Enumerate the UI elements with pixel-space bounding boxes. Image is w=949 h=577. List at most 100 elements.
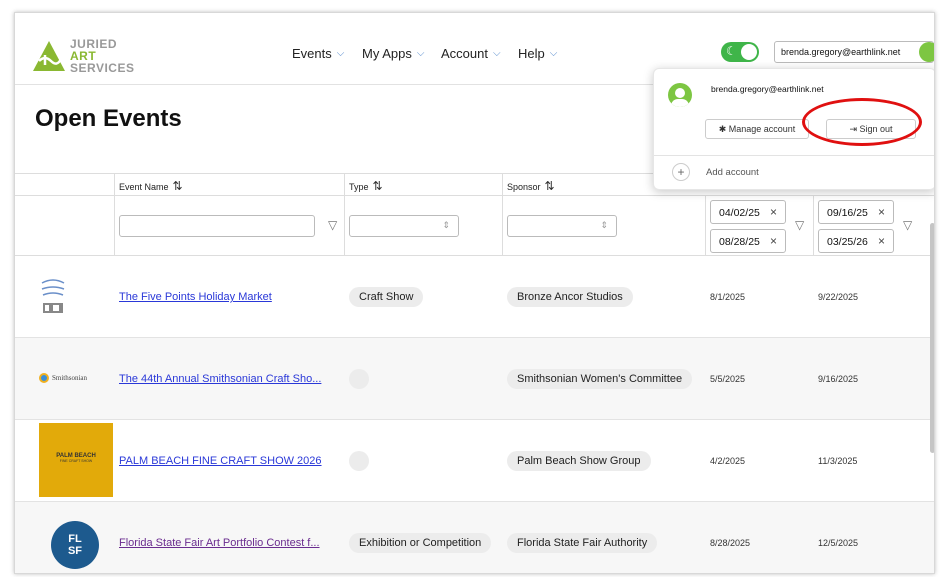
filter-funnel-icon[interactable]: ▽ (328, 218, 337, 232)
event-link[interactable]: The 44th Annual Smithsonian Craft Sho... (119, 373, 321, 385)
avatar-head (675, 88, 685, 98)
select-arrows-icon: ⇕ (442, 220, 450, 230)
column-divider (344, 173, 345, 256)
event-thumbnail[interactable] (39, 275, 67, 319)
thumbnail-label: FL (68, 533, 82, 545)
avatar-icon (668, 83, 692, 107)
event-name-filter-input[interactable] (119, 215, 315, 237)
sort-icon: ⇅ (372, 179, 383, 193)
chevron-down-icon: ⌵ (492, 48, 501, 59)
event-date-from[interactable]: 09/16/25 × (818, 200, 894, 224)
thumbnail-label: Smithsonian (52, 374, 88, 382)
plus-icon[interactable]: + (672, 163, 690, 181)
event-link[interactable]: The Five Points Holiday Market (119, 291, 272, 303)
table-row: FL SF Florida State Fair Art Portfolio C… (15, 502, 934, 573)
thumbnail-label: SF (67, 545, 83, 557)
table-filter-row: ▽ ⇕ ⇕ 04/02/25 × 08/28/25 × ▽ 09/16/25 × 03… (15, 196, 934, 256)
sponsor-badge: Palm Beach Show Group (507, 451, 651, 471)
event-date-to[interactable]: 03/25/26 × (818, 229, 894, 253)
deadline-cell: 5/5/2025 (710, 374, 746, 384)
event-thumbnail[interactable]: PALM BEACH FINE CRAFT SHOW (39, 423, 113, 497)
event-link[interactable]: Florida State Fair Art Portfolio Contest… (119, 537, 320, 549)
nav-help-label: Help (518, 46, 545, 61)
select-arrows-icon: ⇕ (600, 220, 608, 230)
date-value: 08/28/25 (719, 236, 760, 248)
sponsor-badge: Smithsonian Women's Committee (507, 369, 693, 389)
sponsor-filter-select[interactable]: ⇕ (507, 215, 617, 237)
moon-icon: ☾ (726, 44, 737, 58)
account-chip-email: brenda.gregory@earthlink.net (781, 47, 901, 57)
thumbnail-sublabel: FINE CRAFT SHOW (59, 459, 93, 463)
avatar-icon (919, 42, 934, 62)
date-value: 04/02/25 (719, 207, 760, 219)
column-header-type[interactable]: Type ⇅ (349, 179, 383, 193)
chevron-down-icon: ⌵ (336, 48, 345, 59)
column-header-label: Sponsor (507, 182, 541, 192)
manage-account-button[interactable]: ✱ Manage account (705, 119, 809, 139)
event-thumbnail[interactable]: FL SF (51, 521, 99, 569)
account-chip[interactable]: brenda.gregory@earthlink.net (774, 41, 934, 63)
dark-mode-toggle[interactable]: ☾ (721, 42, 759, 62)
deadline-from-date[interactable]: 04/02/25 × (710, 200, 786, 224)
date-value: 03/25/26 (827, 236, 868, 248)
column-header-event-name[interactable]: Event Name ⇅ (119, 179, 183, 193)
nav-events[interactable]: Events ⌵ (292, 46, 344, 61)
nav-my-apps[interactable]: My Apps ⌵ (362, 46, 424, 61)
sort-icon: ⇅ (172, 179, 183, 193)
chevron-down-icon: ⌵ (549, 48, 558, 59)
column-header-sponsor[interactable]: Sponsor ⇅ (507, 179, 555, 193)
nav-my-apps-label: My Apps (362, 46, 412, 61)
toggle-knob (741, 44, 757, 60)
logo-line-3: SERVICES (70, 61, 135, 75)
filter-funnel-icon[interactable]: ▽ (903, 218, 912, 232)
chevron-down-icon: ⌵ (416, 48, 425, 59)
table-row: The Five Points Holiday Market Craft Sho… (15, 256, 934, 338)
nav-account-label: Account (441, 46, 488, 61)
event-date-cell: 11/3/2025 (818, 456, 858, 466)
sort-icon: ⇅ (544, 179, 555, 193)
type-badge-empty (349, 451, 369, 471)
sun-logo-icon (39, 373, 49, 383)
deadline-to-date[interactable]: 08/28/25 × (710, 229, 786, 253)
table-row: PALM BEACH FINE CRAFT SHOW PALM BEACH FI… (15, 420, 934, 502)
column-divider (705, 196, 706, 256)
column-divider (502, 173, 503, 256)
clear-icon[interactable]: × (878, 234, 885, 248)
dropdown-divider (654, 155, 934, 156)
deadline-cell: 4/2/2025 (710, 456, 746, 466)
sponsor-badge: Bronze Ancor Studios (507, 287, 633, 307)
event-date-cell: 9/16/2025 (818, 374, 859, 384)
page-title: Open Events (35, 105, 182, 132)
juried-art-logo-icon[interactable] (31, 37, 67, 73)
avatar-body (671, 99, 689, 107)
clear-icon[interactable]: × (770, 234, 777, 248)
date-value: 09/16/25 (827, 207, 868, 219)
column-header-label: Event Name (119, 182, 169, 192)
deadline-cell: 8/1/2025 (710, 292, 746, 302)
clear-icon[interactable]: × (878, 205, 885, 219)
logo-text[interactable]: JURIED ART SERVICES (70, 38, 134, 74)
column-divider (813, 196, 814, 256)
column-divider (114, 173, 115, 256)
deadline-cell: 8/28/2025 (710, 538, 751, 548)
type-badge: Craft Show (349, 287, 424, 307)
event-date-cell: 12/5/2025 (818, 538, 859, 548)
nav-help[interactable]: Help ⌵ (518, 46, 557, 61)
red-highlight-ellipse (802, 98, 922, 146)
sponsor-badge: Florida State Fair Authority (507, 533, 658, 553)
dropdown-email: brenda.gregory@earthlink.net (711, 84, 824, 94)
event-date-cell: 9/22/2025 (818, 292, 859, 302)
nav-events-label: Events (292, 46, 332, 61)
event-link[interactable]: PALM BEACH FINE CRAFT SHOW 2026 (119, 455, 322, 467)
filter-funnel-icon[interactable]: ▽ (795, 218, 804, 232)
event-thumbnail[interactable]: Smithsonian (39, 373, 87, 383)
app-window: JURIED ART SERVICES Events ⌵ My Apps ⌵ Acc… (14, 12, 935, 574)
add-account-link[interactable]: Add account (706, 167, 759, 178)
type-badge-empty (349, 369, 369, 389)
type-filter-select[interactable]: ⇕ (349, 215, 459, 237)
nav-account[interactable]: Account ⌵ (441, 46, 501, 61)
clear-icon[interactable]: × (770, 205, 777, 219)
manage-account-label: Manage account (728, 124, 796, 134)
table-row: Smithsonian The 44th Annual Smithsonian … (15, 338, 934, 420)
vertical-scrollbar[interactable] (930, 223, 934, 453)
